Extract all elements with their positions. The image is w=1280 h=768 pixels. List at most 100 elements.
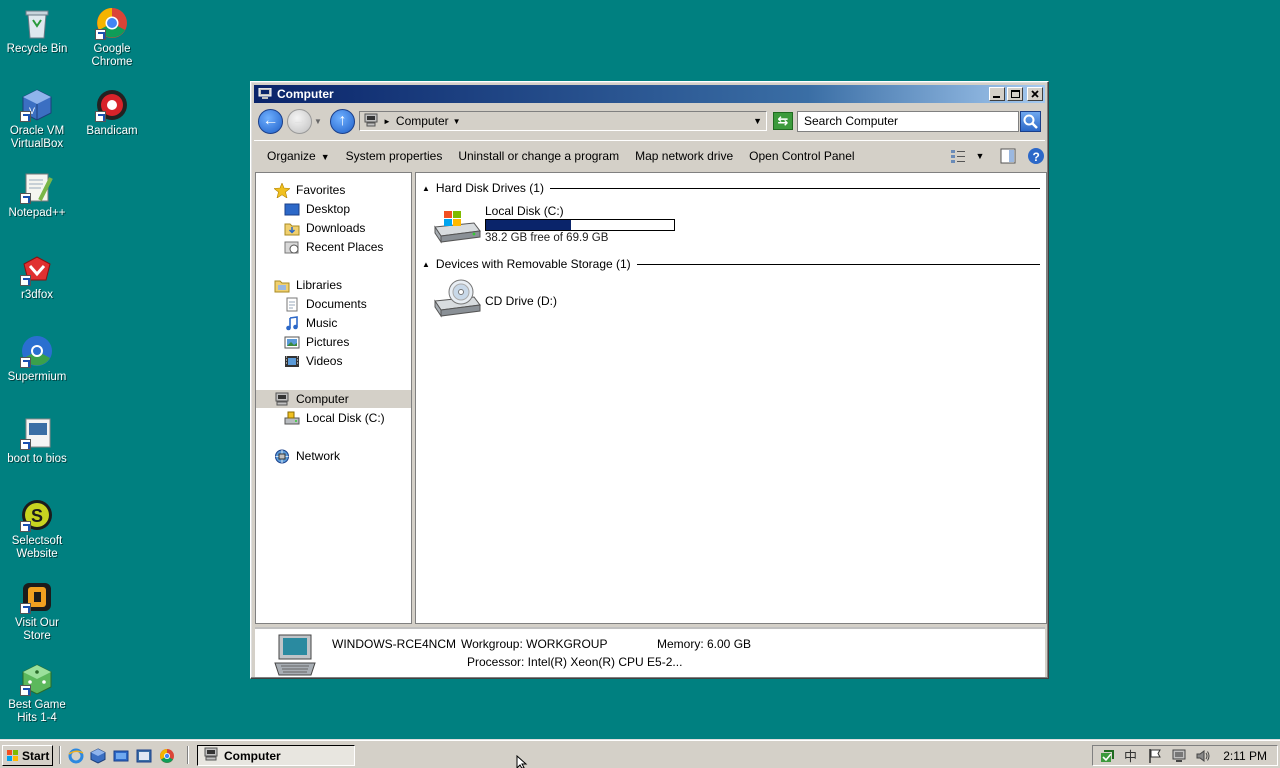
nav-documents[interactable]: Documents — [284, 295, 367, 313]
network-tray-icon[interactable] — [1171, 748, 1187, 764]
cd-drive-icon — [432, 279, 482, 319]
nav-local-disk[interactable]: Local Disk (C:) — [284, 409, 385, 427]
breadcrumb-separator[interactable]: ► — [383, 117, 391, 126]
desktop-icon-notepadpp[interactable]: Notepad++ — [0, 170, 74, 220]
desktop-icon-label: Selectsoft Website — [11, 535, 63, 560]
uninstall-program-button[interactable]: Uninstall or change a program — [458, 149, 619, 163]
svg-text:?: ? — [1033, 150, 1040, 164]
section-removable-storage-label: Devices with Removable Storage (1) — [435, 257, 631, 271]
computer-icon — [258, 87, 272, 100]
quicklaunch-ie-icon[interactable] — [68, 748, 84, 764]
quicklaunch-chrome-icon[interactable] — [159, 748, 175, 764]
chevron-down-icon: ▼ — [320, 151, 330, 162]
address-bar[interactable]: ► Computer ▼ ▼ — [359, 111, 767, 131]
shortcut-arrow-icon — [20, 439, 31, 450]
computer-icon — [363, 113, 379, 130]
map-network-drive-button[interactable]: Map network drive — [635, 149, 733, 163]
details-pane: WINDOWS-RCE4NCM Workgroup: WORKGROUP Mem… — [255, 627, 1045, 677]
nav-libraries[interactable]: Libraries — [274, 276, 342, 294]
navigation-pane[interactable]: Favorites Desktop Downloads Recent Place… — [255, 172, 412, 624]
view-dropdown[interactable]: ▼ — [971, 147, 989, 165]
window-titlebar[interactable]: Computer — [254, 85, 1045, 103]
quicklaunch-virtualbox-icon[interactable] — [90, 748, 106, 764]
nav-libraries-label: Libraries — [296, 278, 343, 292]
nav-recent-places[interactable]: Recent Places — [284, 238, 383, 256]
search-input[interactable]: Search Computer — [797, 110, 1019, 132]
back-button[interactable]: ← — [258, 108, 283, 134]
minimize-icon — [993, 96, 1000, 98]
taskbar-button-computer[interactable]: Computer — [197, 745, 355, 766]
notepadpp-icon — [20, 170, 54, 204]
supermium-icon — [20, 334, 54, 368]
view-options-button[interactable] — [949, 147, 967, 165]
nav-music[interactable]: Music — [284, 314, 337, 332]
desktop-icon-visit-store[interactable]: Visit Our Store — [0, 580, 74, 643]
bandicam-icon — [95, 88, 129, 122]
desktop-icon-recycle-bin[interactable]: Recycle Bin — [0, 6, 74, 56]
shortcut-arrow-icon — [95, 111, 106, 122]
explorer-window[interactable]: Computer ← → ▼ ↑ ► Computer ▼ ▼ ⇆ Search… — [250, 81, 1049, 679]
nav-network[interactable]: Network — [274, 447, 340, 465]
close-icon — [1031, 90, 1039, 98]
computer-name: WINDOWS-RCE4NCM — [332, 637, 456, 651]
up-button[interactable]: ↑ — [330, 108, 355, 134]
nav-videos[interactable]: Videos — [284, 352, 342, 370]
desktop-icon-label: Recycle Bin — [6, 43, 68, 55]
refresh-button[interactable]: ⇆ — [773, 112, 793, 130]
organize-label: Organize — [267, 148, 316, 163]
system-properties-button[interactable]: System properties — [346, 149, 443, 163]
dice-icon — [20, 662, 54, 696]
nav-favorites[interactable]: Favorites — [273, 181, 345, 199]
desktop-icon-supermium[interactable]: Supermium — [0, 334, 74, 384]
preview-pane-button[interactable] — [999, 147, 1017, 165]
clock[interactable]: 2:11 PM — [1223, 749, 1267, 763]
network-icon — [274, 449, 290, 464]
nav-computer[interactable]: Computer — [256, 390, 411, 408]
downloads-folder-icon — [284, 221, 300, 236]
content-pane[interactable]: ▲ Hard Disk Drives (1) Local Disk (C:) 3… — [415, 172, 1047, 624]
desktop-icon-boot-to-bios[interactable]: boot to bios — [0, 416, 74, 466]
svg-text:中: 中 — [1124, 750, 1137, 764]
desktop-icon-label: Notepad++ — [8, 207, 66, 219]
breadcrumb-dropdown[interactable]: ▼ — [453, 117, 461, 126]
open-control-panel-button[interactable]: Open Control Panel — [749, 149, 854, 163]
desktop-icon — [284, 202, 300, 217]
close-button[interactable] — [1027, 87, 1043, 101]
desktop-icon-bandicam[interactable]: Bandicam — [75, 88, 149, 138]
desktop-icon-r3dfox[interactable]: r3dfox — [0, 252, 74, 302]
recent-places-icon — [284, 240, 300, 255]
forward-button[interactable]: → — [287, 108, 312, 134]
desktop-icon-best-game-hits[interactable]: Best Game Hits 1-4 — [0, 662, 74, 725]
volume-icon[interactable] — [1195, 748, 1211, 764]
computer-large-icon — [271, 633, 319, 680]
section-removable-storage[interactable]: ▲ Devices with Removable Storage (1) — [422, 257, 1040, 271]
minimize-button[interactable] — [989, 87, 1005, 101]
help-button[interactable]: ? — [1027, 147, 1045, 165]
nav-downloads[interactable]: Downloads — [284, 219, 365, 237]
input-method-icon[interactable]: 中 — [1123, 748, 1139, 765]
desktop-icon-google-chrome[interactable]: Google Chrome — [75, 6, 149, 69]
action-center-flag-icon[interactable] — [1147, 748, 1163, 764]
desktop-icon-virtualbox[interactable]: V Oracle VM VirtualBox — [0, 88, 74, 151]
maximize-button[interactable] — [1007, 87, 1023, 101]
recycle-bin-icon — [20, 6, 54, 40]
search-icon — [1023, 114, 1038, 129]
drive-c-usage-bar — [485, 219, 675, 231]
drive-c-usage-fill — [486, 220, 571, 230]
history-dropdown[interactable]: ▼ — [314, 117, 324, 126]
mouse-cursor-icon — [516, 754, 528, 768]
nav-desktop[interactable]: Desktop — [284, 200, 350, 218]
address-history-dropdown[interactable]: ▼ — [753, 116, 762, 126]
section-hard-disk-drives[interactable]: ▲ Hard Disk Drives (1) — [422, 181, 1040, 195]
quicklaunch-show-desktop-icon[interactable] — [113, 748, 129, 764]
search-button[interactable] — [1020, 110, 1041, 132]
start-button[interactable]: Start — [2, 745, 53, 766]
hard-drive-icon — [284, 411, 300, 426]
quicklaunch-explorer-icon[interactable] — [136, 748, 152, 764]
svg-text:S: S — [31, 506, 43, 526]
network-sync-icon[interactable] — [1099, 748, 1115, 764]
organize-menu[interactable]: Organize ▼ — [267, 149, 330, 163]
nav-pictures[interactable]: Pictures — [284, 333, 349, 351]
desktop-icon-selectsoft[interactable]: S Selectsoft Website — [0, 498, 74, 561]
breadcrumb-computer[interactable]: Computer — [396, 114, 449, 128]
